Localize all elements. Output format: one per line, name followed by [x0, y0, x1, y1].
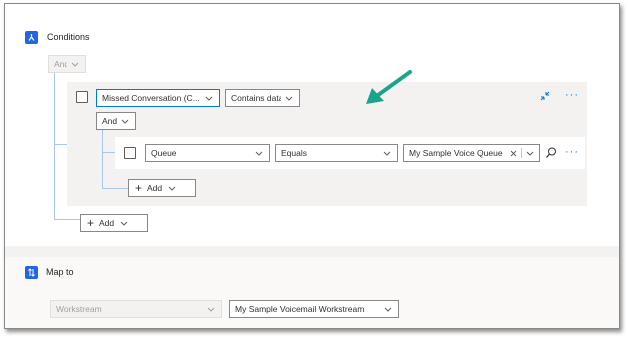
group-select-checkbox[interactable]	[76, 91, 88, 103]
tree-connector-line	[102, 188, 128, 189]
chevron-down-icon	[70, 59, 80, 69]
inner-operator-dropdown[interactable]: And	[96, 112, 136, 130]
chevron-down-icon	[168, 186, 176, 191]
inner-operator-value: And	[102, 116, 117, 126]
group-more-options-icon[interactable]: ···	[565, 90, 579, 101]
chevron-down-icon	[383, 304, 393, 314]
group-field-value: Missed Conversation (C...	[102, 93, 200, 103]
conditions-title: Conditions	[47, 32, 90, 42]
row-select-checkbox[interactable]	[124, 147, 136, 159]
row-field-dropdown[interactable]: Queue	[145, 144, 270, 162]
workstream-value: My Sample Voicemail Workstream	[235, 304, 365, 314]
tree-connector-line	[54, 73, 55, 219]
row-value-tag: My Sample Voice Queue	[409, 148, 503, 158]
chevron-down-icon	[382, 148, 392, 158]
row-operator-value: Equals	[281, 148, 307, 158]
top-operator-value: And	[54, 59, 67, 69]
tree-connector-line	[102, 152, 115, 153]
search-icon[interactable]	[544, 146, 558, 160]
rule-editor-panel: Conditions And Missed Conversation (C...…	[4, 3, 620, 329]
workstream-value-dropdown[interactable]: My Sample Voicemail Workstream	[229, 300, 399, 318]
plus-icon: +	[87, 216, 95, 230]
tree-connector-line	[54, 219, 80, 220]
tree-connector-line	[102, 130, 103, 188]
group-operator-value: Contains data	[231, 93, 281, 103]
row-more-options-icon[interactable]: ···	[565, 147, 579, 158]
chevron-down-icon	[120, 221, 128, 226]
group-field-dropdown[interactable]: Missed Conversation (C...	[96, 89, 220, 107]
workstream-type-dropdown[interactable]: Workstream	[50, 300, 222, 318]
conditions-add-button[interactable]: + Add	[80, 214, 148, 232]
row-operator-dropdown[interactable]: Equals	[275, 144, 398, 162]
plus-icon: +	[135, 181, 143, 195]
chevron-down-icon	[284, 93, 294, 103]
row-field-value: Queue	[151, 148, 177, 158]
section-divider	[5, 246, 619, 257]
map-to-section-icon	[25, 266, 38, 279]
group-add-label: Add	[147, 183, 163, 193]
annotation-arrow-icon	[366, 70, 412, 104]
remove-tag-icon[interactable]	[508, 148, 518, 158]
row-value-picker[interactable]: My Sample Voice Queue	[403, 144, 540, 162]
chevron-down-icon	[206, 304, 216, 314]
chevron-down-icon	[254, 148, 264, 158]
conditions-section-icon	[25, 31, 38, 44]
chevron-down-icon	[204, 93, 214, 103]
map-to-section	[5, 257, 619, 328]
tree-connector-line	[54, 144, 67, 145]
chevron-down-icon	[120, 116, 130, 126]
map-to-title: Map to	[46, 267, 74, 277]
workstream-placeholder: Workstream	[56, 304, 102, 314]
top-operator-dropdown[interactable]: And	[48, 55, 86, 73]
group-operator-dropdown[interactable]: Contains data	[225, 89, 300, 107]
collapse-icon[interactable]	[538, 89, 552, 103]
group-add-button[interactable]: + Add	[128, 179, 196, 197]
chevron-down-icon[interactable]	[521, 148, 534, 158]
conditions-add-label: Add	[99, 218, 115, 228]
